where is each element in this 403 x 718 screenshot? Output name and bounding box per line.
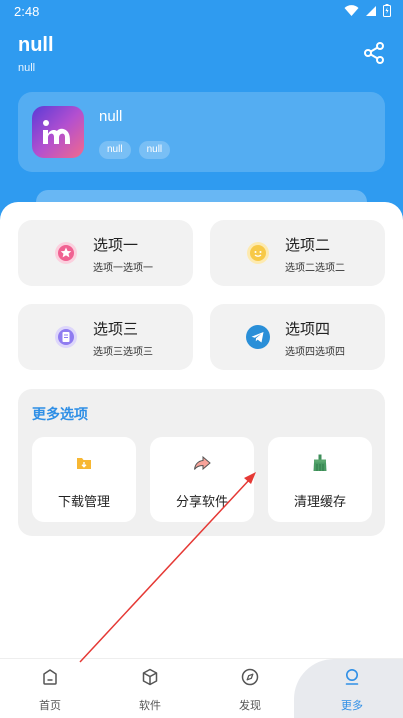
- app-title: null: [18, 34, 54, 56]
- option-title: 选项二: [285, 236, 331, 254]
- status-icons: [344, 4, 391, 17]
- profile-tag: null: [99, 141, 131, 159]
- telegram-icon: [246, 325, 270, 349]
- nav-label: 软件: [139, 699, 161, 712]
- nav-more[interactable]: 更多: [302, 659, 402, 718]
- broom-icon: [313, 454, 327, 471]
- cube-icon: [142, 668, 158, 686]
- profile-tag: null: [138, 141, 171, 159]
- user-icon: [345, 669, 359, 685]
- app-subtitle: null: [18, 62, 36, 74]
- wifi-icon: [344, 4, 359, 16]
- tool-label: 分享软件: [175, 495, 228, 510]
- star-badge-icon: [55, 242, 77, 264]
- option-title: 选项一: [93, 236, 139, 254]
- more-options-panel: 更多选项 下载管理 分享软件 清理缓存: [18, 389, 385, 536]
- option-two[interactable]: 选项二 选项二选项二: [210, 220, 385, 286]
- nav-home[interactable]: 首页: [0, 659, 100, 718]
- tool-label: 清理缓存: [293, 495, 346, 510]
- bottom-navigation: 首页 软件 发现 更多: [0, 658, 403, 718]
- document-badge-icon: [55, 326, 77, 348]
- option-subtitle: 选项二选项二: [285, 263, 345, 274]
- option-subtitle: 选项一选项一: [93, 263, 153, 274]
- status-bar: 2:48: [0, 0, 403, 24]
- nav-software[interactable]: 软件: [100, 659, 200, 718]
- status-time: 2:48: [14, 4, 40, 19]
- option-title: 选项四: [285, 320, 331, 338]
- compass-icon: [241, 668, 259, 686]
- download-manager-button[interactable]: 下载管理: [32, 437, 136, 522]
- tool-label: 下载管理: [57, 495, 110, 510]
- smile-badge-icon: [247, 242, 269, 264]
- clear-cache-button[interactable]: 清理缓存: [268, 437, 372, 522]
- option-four[interactable]: 选项四 选项四选项四: [210, 304, 385, 370]
- nav-label: 发现: [239, 699, 261, 712]
- share-arrow-icon: [194, 455, 211, 471]
- nav-label: 首页: [39, 699, 61, 712]
- nav-label: 更多: [341, 699, 363, 712]
- home-icon: [43, 669, 57, 685]
- option-three[interactable]: 选项三 选项三选项三: [18, 304, 193, 370]
- battery-icon: [383, 4, 391, 17]
- option-subtitle: 选项四选项四: [285, 347, 345, 358]
- app-logo-icon: [43, 120, 70, 144]
- profile-card[interactable]: null null null: [18, 92, 385, 172]
- option-title: 选项三: [93, 320, 139, 338]
- profile-tags: null null: [99, 141, 171, 159]
- main-sheet: 选项一 选项一选项一 选项二 选项二选项二 选项三 选项三选项三 选项四 选项四…: [0, 202, 403, 658]
- avatar: [32, 106, 84, 158]
- share-icon[interactable]: [363, 42, 385, 64]
- signal-icon: [366, 5, 376, 16]
- profile-name: null: [99, 108, 123, 125]
- more-options-title: 更多选项: [32, 407, 88, 423]
- option-one[interactable]: 选项一 选项一选项一: [18, 220, 193, 286]
- download-folder-icon: [77, 458, 91, 469]
- nav-discover[interactable]: 发现: [200, 659, 300, 718]
- option-subtitle: 选项三选项三: [93, 347, 153, 358]
- share-software-button[interactable]: 分享软件: [150, 437, 254, 522]
